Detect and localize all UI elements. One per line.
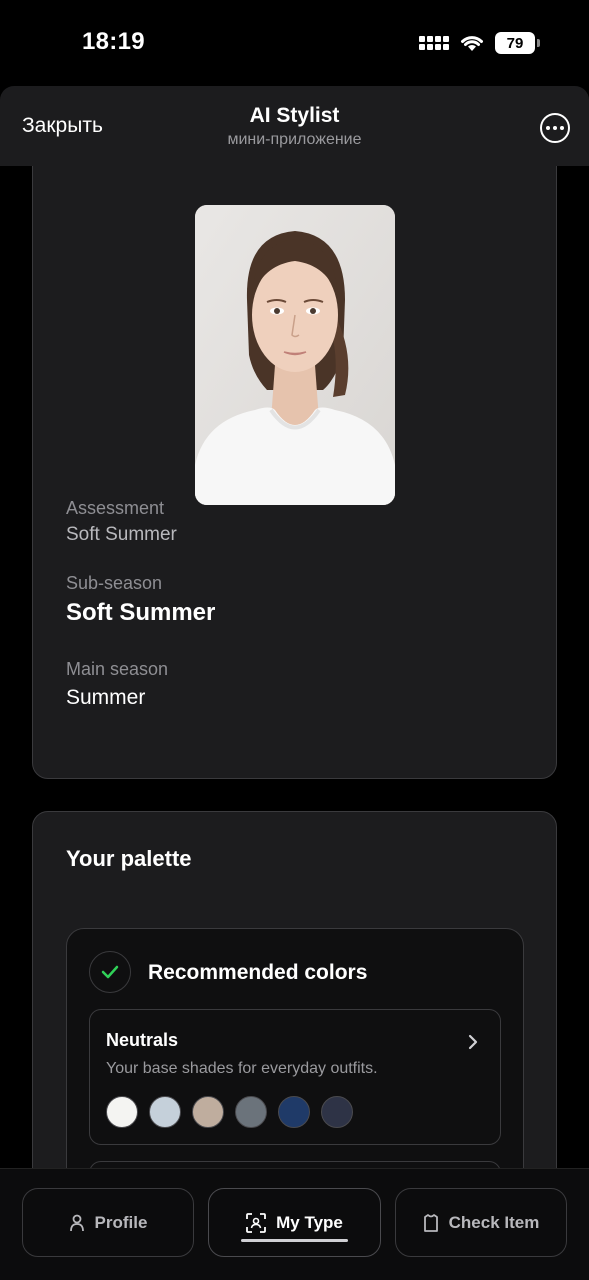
nav-my-type-button[interactable]: My Type <box>208 1188 381 1257</box>
color-swatch[interactable] <box>149 1096 181 1128</box>
assessment-card: Assessment Soft Summer Sub-season Soft S… <box>32 166 557 779</box>
neutrals-swatches <box>106 1096 353 1128</box>
nav-check-item-button[interactable]: Check Item <box>395 1188 567 1257</box>
more-options-button[interactable] <box>540 113 570 143</box>
portrait-image <box>195 205 395 505</box>
main-content[interactable]: Assessment Soft Summer Sub-season Soft S… <box>0 166 589 1168</box>
person-icon <box>69 1214 84 1231</box>
status-time: 18:19 <box>82 28 145 55</box>
nav-check-item-label: Check Item <box>448 1212 540 1232</box>
cellular-signal-icon <box>419 36 449 50</box>
neutrals-title: Neutrals <box>106 1030 179 1050</box>
color-swatch[interactable] <box>321 1096 353 1128</box>
app-title: AI Stylist <box>249 104 340 127</box>
assessment-value: Soft Summer <box>66 524 177 545</box>
next-color-group[interactable] <box>89 1161 501 1168</box>
color-swatch[interactable] <box>278 1096 310 1128</box>
palette-title: Your palette <box>66 846 192 871</box>
status-bar: 18:19 79 <box>0 0 589 86</box>
user-photo <box>195 205 395 505</box>
palette-card: Your palette Recommended colors Neutrals… <box>32 811 557 1168</box>
shirt-icon <box>423 1213 438 1232</box>
subseason-value: Soft Summer <box>66 599 216 626</box>
nav-profile-label: Profile <box>94 1212 148 1232</box>
chevron-right-icon <box>468 1034 478 1050</box>
more-dot-icon <box>560 126 564 130</box>
color-swatch[interactable] <box>106 1096 138 1128</box>
nav-my-type-label: My Type <box>276 1212 343 1232</box>
assessment-label: Assessment <box>66 498 165 518</box>
recommended-colors-section: Recommended colors Neutrals Your base sh… <box>66 928 524 1168</box>
neutrals-group[interactable]: Neutrals Your base shades for everyday o… <box>89 1009 501 1145</box>
main-season-value: Summer <box>66 686 146 709</box>
wifi-icon <box>461 36 483 51</box>
check-icon <box>89 951 131 993</box>
more-dot-icon <box>546 126 550 130</box>
main-season-label: Main season <box>66 659 169 679</box>
bottom-navigation: Profile My Type Check Item <box>0 1168 589 1280</box>
subseason-label: Sub-season <box>66 573 163 593</box>
color-swatch[interactable] <box>235 1096 267 1128</box>
recommended-colors-title: Recommended colors <box>148 961 368 984</box>
face-scan-icon <box>246 1212 267 1233</box>
neutrals-description: Your base shades for everyday outfits. <box>106 1060 378 1077</box>
battery-icon: 79 <box>495 32 540 54</box>
mini-app-header: Закрыть AI Stylist мини-приложение <box>0 86 589 166</box>
color-swatch[interactable] <box>192 1096 224 1128</box>
app-subtitle: мини-приложение <box>227 131 362 148</box>
status-icons: 79 <box>419 32 540 54</box>
more-dot-icon <box>553 126 557 130</box>
active-tab-indicator <box>241 1239 348 1242</box>
nav-profile-button[interactable]: Profile <box>22 1188 194 1257</box>
